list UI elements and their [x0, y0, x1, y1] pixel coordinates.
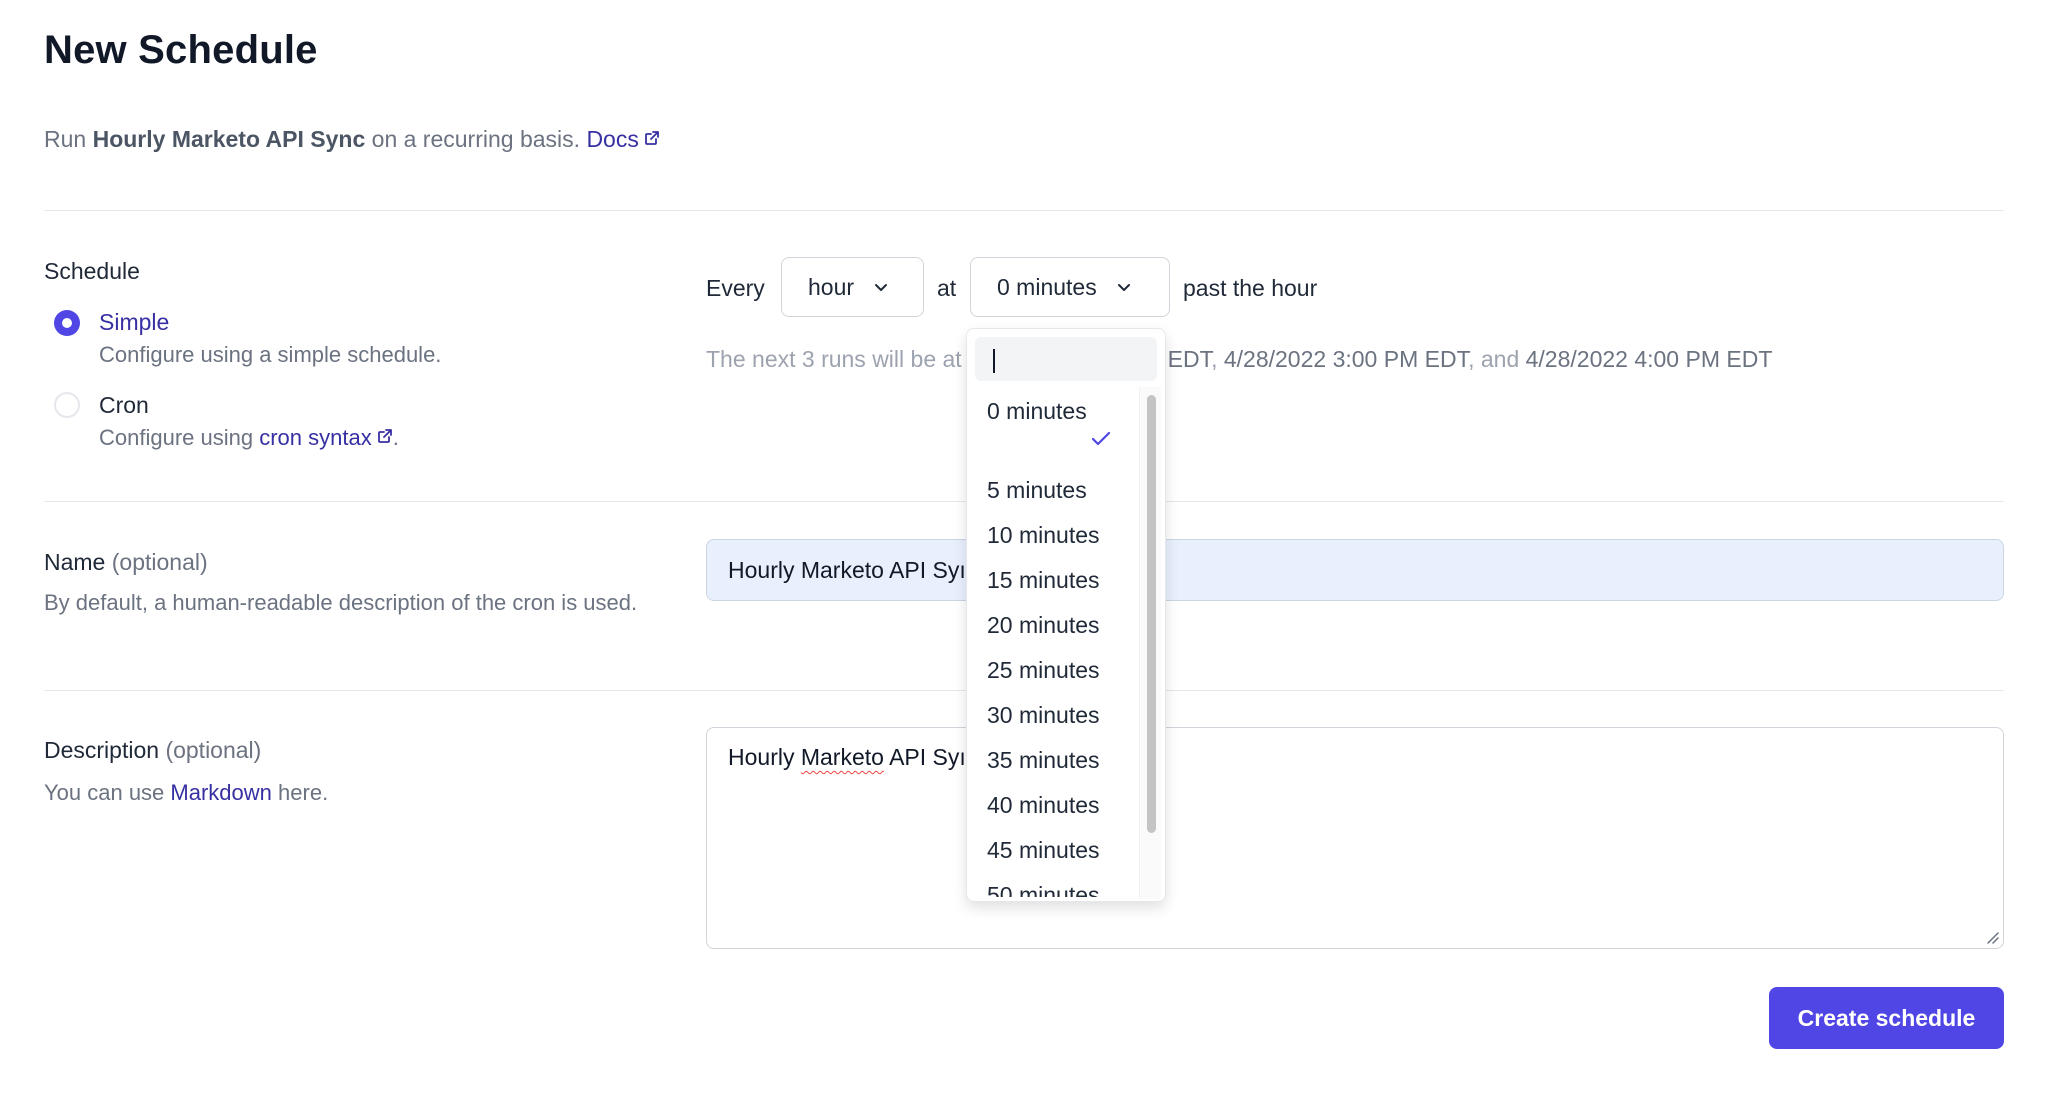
minute-option[interactable]: 45 minutes: [987, 837, 1100, 864]
docs-link[interactable]: Docs: [586, 126, 659, 152]
resize-handle-icon[interactable]: [1985, 930, 1999, 944]
description-help: You can use Markdown here.: [44, 776, 328, 809]
cron-option-title[interactable]: Cron: [99, 392, 149, 419]
simple-radio[interactable]: [54, 310, 80, 336]
minute-option[interactable]: 35 minutes: [987, 747, 1100, 774]
name-label: Name (optional): [44, 549, 208, 576]
name-optional: (optional): [111, 549, 208, 575]
run-sep-1: ,: [1211, 346, 1218, 372]
interval-value: hour: [808, 273, 855, 300]
create-schedule-button[interactable]: Create schedule: [1769, 987, 2004, 1049]
minute-value: 0 minutes: [997, 273, 1097, 300]
minute-option[interactable]: 5 minutes: [987, 477, 1087, 504]
name-input-value: Hourly Marketo API Syı: [728, 556, 966, 583]
description-textarea[interactable]: Hourly Marketo API Syı: [706, 727, 2004, 949]
description-label-text: Description: [44, 737, 160, 763]
subtitle-prefix: Run: [44, 126, 87, 152]
minute-option[interactable]: 0 minutes: [987, 395, 1087, 428]
simple-option-description: Configure using a simple schedule.: [99, 342, 442, 367]
description-help-prefix: You can use: [44, 780, 165, 805]
cron-radio[interactable]: [54, 392, 80, 418]
divider: [44, 210, 2004, 211]
name-help: By default, a human-readable description…: [44, 590, 638, 615]
every-label: Every: [706, 275, 765, 301]
minute-option-list: 0 minutes 5 minutes 10 minutes 15 minute…: [967, 387, 1141, 897]
next-runs-text: The next 3 runs will be at M EDT, 4/28/2…: [706, 346, 1772, 373]
simple-option-title[interactable]: Simple: [99, 309, 169, 336]
external-link-icon: [377, 429, 392, 443]
page-subtitle: Run Hourly Marketo API Sync on a recurri…: [44, 126, 660, 153]
minute-select[interactable]: 0 minutes: [970, 257, 1170, 317]
minute-dropdown: 0 minutes 5 minutes 10 minutes 15 minute…: [966, 328, 1166, 902]
description-label: Description (optional): [44, 737, 261, 764]
minute-option[interactable]: 40 minutes: [987, 792, 1100, 819]
minute-option[interactable]: 25 minutes: [987, 657, 1100, 684]
run-3: 4/28/2022 4:00 PM EDT: [1525, 346, 1773, 372]
external-link-icon: [644, 131, 659, 145]
new-schedule-page: New Schedule Run Hourly Marketo API Sync…: [0, 0, 2048, 1096]
cron-syntax-label: cron syntax: [259, 425, 372, 450]
minute-option[interactable]: 30 minutes: [987, 702, 1100, 729]
description-help-suffix: here.: [278, 780, 329, 805]
dropdown-scrollbar[interactable]: [1139, 387, 1161, 899]
name-input[interactable]: Hourly Marketo API Syı: [706, 539, 2004, 601]
docs-link-label: Docs: [586, 126, 639, 152]
cron-desc-suffix: .: [392, 425, 399, 450]
schedule-label: Schedule: [44, 258, 140, 284]
check-icon: [1091, 431, 1111, 446]
at-label: at: [937, 275, 957, 301]
run-sep-2: , and: [1468, 346, 1520, 372]
job-name: Hourly Marketo API Sync: [92, 126, 366, 152]
minute-option[interactable]: 20 minutes: [987, 612, 1100, 639]
cron-option-description: Configure using cron syntax.: [99, 421, 399, 454]
past-the-hour-label: past the hour: [1183, 275, 1318, 301]
chevron-down-icon: [1117, 284, 1130, 291]
run-2: 4/28/2022 3:00 PM EDT: [1223, 346, 1469, 372]
minute-search-input[interactable]: [975, 337, 1157, 381]
chevron-down-icon: [875, 284, 888, 291]
minute-option[interactable]: 50 minutes: [987, 882, 1100, 897]
markdown-link[interactable]: Markdown: [170, 780, 271, 805]
minute-option[interactable]: 15 minutes: [987, 567, 1100, 594]
minute-option[interactable]: 10 minutes: [987, 522, 1100, 549]
interval-select[interactable]: hour: [781, 257, 924, 317]
subtitle-suffix: on a recurring basis.: [371, 126, 581, 152]
next-runs-prefix: The next 3 runs will be at: [706, 346, 962, 372]
description-optional: (optional): [165, 737, 262, 763]
name-label-text: Name: [44, 549, 106, 575]
misspelled-word: Marketo: [800, 744, 884, 770]
scrollbar-thumb[interactable]: [1147, 395, 1156, 833]
cron-syntax-link[interactable]: cron syntax: [259, 425, 393, 450]
description-word-rest: API Syı: [889, 744, 966, 770]
page-title: New Schedule: [44, 28, 318, 72]
cron-desc-prefix: Configure using: [99, 425, 254, 450]
description-word-1: Hourly: [728, 744, 795, 770]
text-caret: [993, 349, 995, 373]
